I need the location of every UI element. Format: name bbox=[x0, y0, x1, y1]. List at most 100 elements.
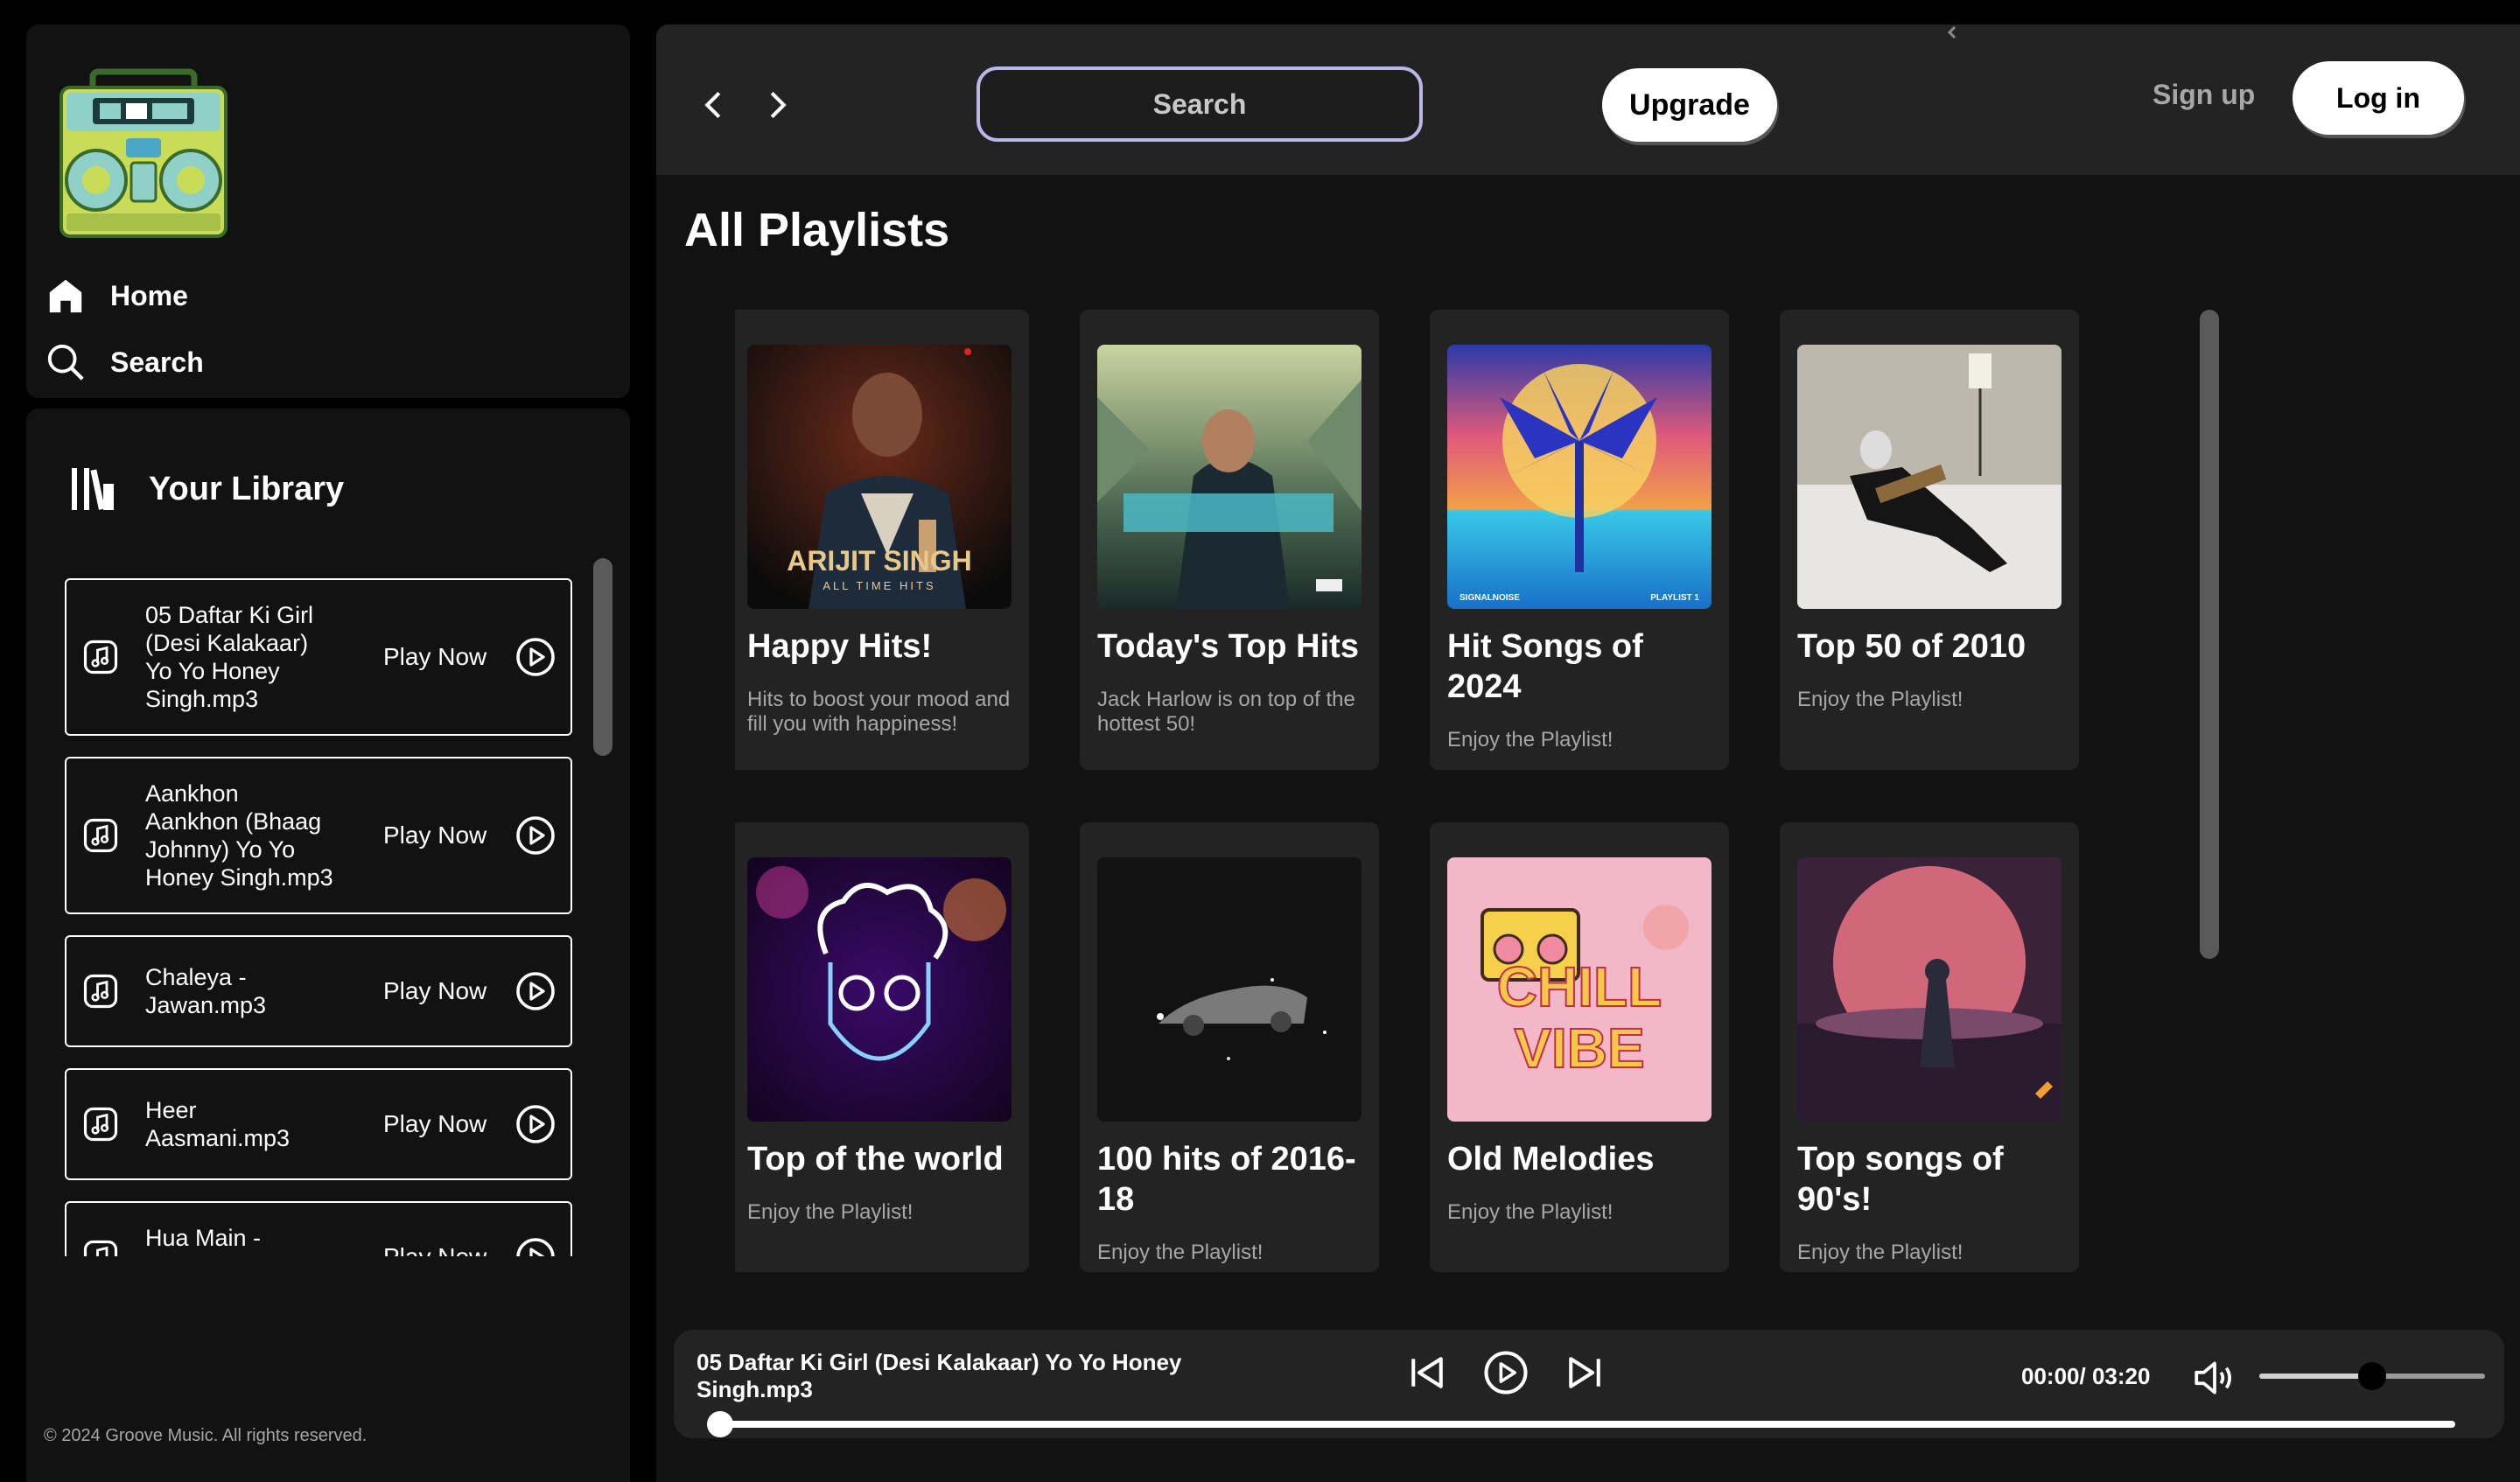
playlist-cover bbox=[1797, 857, 2062, 1122]
playlist-cover: ARIJIT SINGH ALL TIME HITS bbox=[747, 345, 1012, 609]
cover-subtext: ALL TIME HITS bbox=[822, 579, 935, 592]
nav-search[interactable]: Search bbox=[44, 336, 204, 388]
sidebar-nav-panel: Home Search bbox=[26, 24, 630, 398]
library-item[interactable]: Chaleya - Jawan.mp3 Play Now bbox=[65, 935, 572, 1047]
playlist-cover bbox=[747, 857, 1012, 1122]
playlist-description: Hits to boost your mood and fill you wit… bbox=[747, 688, 1011, 736]
login-button[interactable]: Log in bbox=[2292, 61, 2464, 135]
home-icon bbox=[44, 274, 88, 318]
forward-button[interactable] bbox=[756, 79, 800, 131]
song-name: Hua Main - bbox=[145, 1225, 262, 1251]
main-panel: Search Upgrade Sign up Log in All Playli… bbox=[656, 24, 2520, 1482]
seek-knob[interactable] bbox=[707, 1411, 733, 1437]
play-now-label[interactable]: Play Now bbox=[383, 977, 486, 1005]
volume-fill bbox=[2259, 1374, 2372, 1379]
playlist-title: 100 hits of 2016-18 bbox=[1097, 1141, 1356, 1218]
playlist-title: Hit Songs of 2024 bbox=[1447, 628, 1643, 705]
search-input[interactable]: Search bbox=[976, 66, 1423, 142]
main-scrollbar[interactable] bbox=[2200, 310, 2219, 959]
song-name: Chaleya - Jawan.mp3 bbox=[145, 964, 267, 1018]
music-note-icon bbox=[83, 974, 118, 1009]
library-item[interactable]: Heer Aasmani.mp3 Play Now bbox=[65, 1068, 572, 1180]
play-now-label[interactable]: Play Now bbox=[383, 1243, 486, 1256]
library-icon bbox=[72, 468, 114, 510]
playlist-description: Enjoy the Playlist! bbox=[1797, 1241, 1964, 1264]
nav-home-label: Home bbox=[110, 279, 188, 311]
next-track-button[interactable] bbox=[1561, 1349, 1608, 1396]
library-item[interactable]: 05 Daftar Ki Girl (Desi Kalakaar) Yo Yo … bbox=[65, 578, 572, 736]
library-title: Your Library bbox=[149, 470, 345, 507]
playlist-description: Enjoy the Playlist! bbox=[1097, 1241, 1264, 1264]
song-name: Heer Aasmani.mp3 bbox=[145, 1097, 290, 1151]
library-item[interactable]: Hua Main - Play Now bbox=[65, 1201, 572, 1256]
playlist-card[interactable]: Top of the world Enjoy the Playlist! bbox=[735, 822, 1029, 1272]
playlist-card[interactable]: 100 hits of 2016-18 Enjoy the Playlist! bbox=[1080, 822, 1379, 1272]
volume-knob[interactable] bbox=[2358, 1362, 2386, 1390]
play-now-label[interactable]: Play Now bbox=[383, 1110, 486, 1138]
signup-button[interactable]: Sign up bbox=[2152, 79, 2255, 111]
seek-bar[interactable] bbox=[707, 1411, 2455, 1437]
music-note-icon bbox=[83, 640, 118, 675]
cover-artist-text: ARIJIT SINGH bbox=[787, 545, 972, 577]
nav-home[interactable]: Home bbox=[44, 269, 188, 322]
boombox-logo bbox=[60, 68, 228, 238]
play-circle-icon[interactable] bbox=[514, 1236, 556, 1256]
playlist-title: Today's Top Hits bbox=[1097, 628, 1359, 665]
cover-label-text: SIGNALNOISE bbox=[1460, 593, 1520, 603]
section-title: All Playlists bbox=[684, 204, 950, 256]
playlist-title: Top songs of 90's! bbox=[1797, 1141, 2004, 1218]
library-list[interactable]: 05 Daftar Ki Girl (Desi Kalakaar) Yo Yo … bbox=[65, 578, 574, 1256]
chevron-left-icon bbox=[704, 91, 721, 119]
playlist-card[interactable]: CHILL VIBE Old Melodies Enjoy the Playli… bbox=[1430, 822, 1729, 1272]
play-button[interactable] bbox=[1482, 1349, 1530, 1396]
playlist-title: Happy Hits! bbox=[747, 628, 933, 665]
playlist-description: Jack Harlow is on top of the hottest 50! bbox=[1097, 688, 1355, 736]
music-note-icon bbox=[83, 818, 118, 853]
search-icon bbox=[44, 340, 88, 384]
playlist-cover: CHILL VIBE bbox=[1447, 857, 1712, 1122]
play-circle-icon[interactable] bbox=[514, 814, 556, 856]
play-circle-icon[interactable] bbox=[514, 636, 556, 678]
playlist-card[interactable]: ARIJIT SINGH ALL TIME HITS Happy Hits! H… bbox=[735, 310, 1029, 770]
playlist-cover: SIGNALNOISE PLAYLIST 1 bbox=[1447, 345, 1712, 609]
now-playing-title: 05 Daftar Ki Girl (Desi Kalakaar) Yo Yo … bbox=[696, 1349, 1182, 1402]
playlist-cover bbox=[1097, 857, 1362, 1122]
music-note-icon bbox=[83, 1240, 118, 1256]
cover-title-text: VIBE bbox=[1514, 1017, 1644, 1080]
play-circle-icon[interactable] bbox=[514, 1103, 556, 1145]
back-button[interactable] bbox=[691, 79, 735, 131]
upgrade-button[interactable]: Upgrade bbox=[1602, 68, 1777, 142]
playlist-description: Enjoy the Playlist! bbox=[1447, 1200, 1614, 1224]
playlist-description: Enjoy the Playlist! bbox=[1447, 728, 1614, 751]
library-scrollbar[interactable] bbox=[593, 558, 612, 756]
chevron-right-icon bbox=[770, 91, 787, 119]
play-now-label[interactable]: Play Now bbox=[383, 643, 486, 671]
library-item[interactable]: Aankhon Aankhon (Bhaag Johnny) Yo Yo Hon… bbox=[65, 757, 572, 914]
previous-track-button[interactable] bbox=[1404, 1349, 1451, 1396]
playlist-card[interactable]: Top songs of 90's! Enjoy the Playlist! bbox=[1780, 822, 2079, 1272]
playlist-card[interactable]: Top 50 of 2010 Enjoy the Playlist! bbox=[1780, 310, 2079, 770]
playlist-grid[interactable]: ARIJIT SINGH ALL TIME HITS Happy Hits! H… bbox=[735, 310, 2328, 1272]
playlist-card[interactable]: Today's Top Hits Jack Harlow is on top o… bbox=[1080, 310, 1379, 770]
playlist-card[interactable]: SIGNALNOISE PLAYLIST 1 Hit Songs of 2024… bbox=[1430, 310, 1729, 770]
top-bar: Search Upgrade Sign up Log in bbox=[656, 24, 2520, 175]
song-name: 05 Daftar Ki Girl (Desi Kalakaar) Yo Yo … bbox=[145, 602, 314, 712]
playlist-title: Top 50 of 2010 bbox=[1797, 628, 2026, 665]
cover-label-text: PLAYLIST 1 bbox=[1650, 593, 1699, 603]
nav-search-label: Search bbox=[110, 346, 204, 378]
volume-slider[interactable] bbox=[2259, 1362, 2485, 1390]
library-panel: Your Library 05 Daftar Ki Girl (Desi Kal… bbox=[26, 409, 630, 1482]
cover-title-text: CHILL bbox=[1497, 955, 1662, 1018]
chevron-left-icon bbox=[1947, 25, 1961, 39]
playlist-description: Enjoy the Playlist! bbox=[747, 1200, 914, 1224]
playlist-title: Old Melodies bbox=[1447, 1141, 1655, 1178]
playlist-description: Enjoy the Playlist! bbox=[1797, 688, 1964, 711]
play-now-label[interactable]: Play Now bbox=[383, 821, 486, 849]
library-header[interactable]: Your Library bbox=[66, 461, 344, 517]
player-bar: 05 Daftar Ki Girl (Desi Kalakaar) Yo Yo … bbox=[674, 1330, 2504, 1438]
play-circle-icon[interactable] bbox=[514, 970, 556, 1012]
time-display: 00:00/ 03:20 bbox=[2021, 1363, 2151, 1389]
volume-icon[interactable] bbox=[2191, 1356, 2238, 1400]
playlist-title: Top of the world bbox=[747, 1141, 1004, 1178]
playlist-cover bbox=[1797, 345, 2062, 609]
